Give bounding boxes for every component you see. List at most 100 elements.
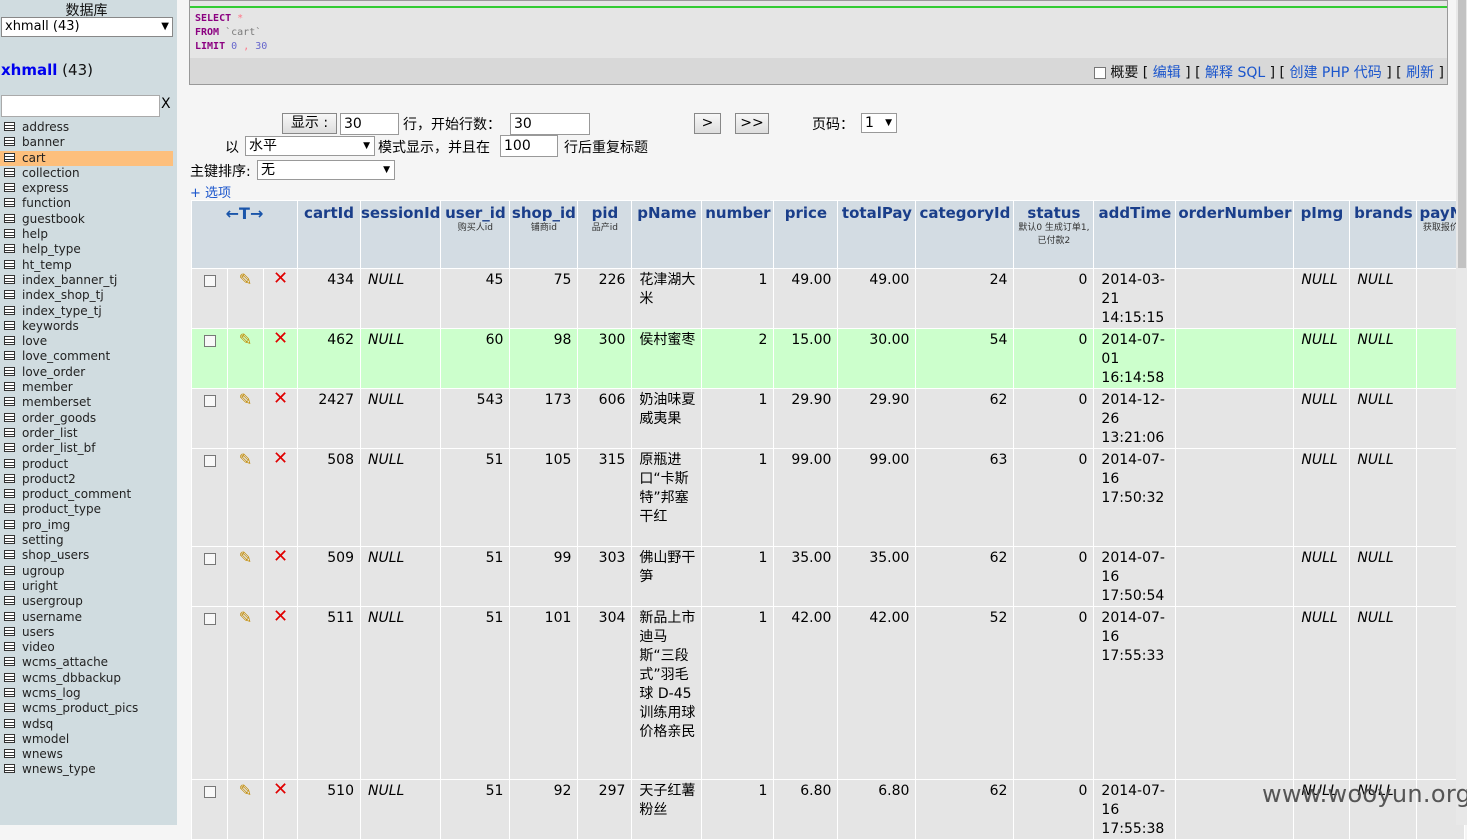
cell-addtime[interactable]: 2014-12-26 13:21:06 (1093, 388, 1177, 449)
table-icon[interactable] (4, 167, 15, 177)
table-icon[interactable] (4, 672, 15, 682)
table-name-link[interactable]: guestbook (22, 212, 85, 226)
column-header[interactable]: status 默认0 生成订单1, 已付款2 (1013, 200, 1095, 269)
cell-sessionid[interactable]: NULL (359, 448, 442, 547)
cell-price[interactable]: 35.00 (773, 546, 839, 607)
create-php-code-link[interactable]: 创建 PHP 代码 (1289, 65, 1381, 81)
table-name-link[interactable]: product2 (22, 472, 76, 486)
cell-pname[interactable]: 天子红薯粉丝 (631, 779, 703, 840)
cell-price[interactable]: 6.80 (773, 779, 839, 840)
row-select-cell[interactable] (191, 448, 228, 547)
cell-brands[interactable]: NULL (1349, 606, 1418, 780)
table-name-link[interactable]: product_type (22, 502, 101, 516)
table-list-item[interactable]: member (0, 380, 177, 395)
table-list-item[interactable]: wcms_dbbackup (0, 671, 177, 686)
column-header-label[interactable]: categoryId (919, 204, 1010, 222)
table-name-link[interactable]: help (22, 227, 48, 241)
cell-ordernumber[interactable] (1175, 546, 1295, 607)
table-name-link[interactable]: ht_temp (22, 258, 72, 272)
column-header[interactable]: pImg (1293, 200, 1351, 269)
column-header-label[interactable]: user_id (445, 204, 506, 222)
column-header[interactable]: user_id 购买人id (440, 200, 511, 269)
table-name-link[interactable]: wdsq (22, 717, 53, 731)
cell-addtime[interactable]: 2014-07-16 17:50:54 (1093, 546, 1177, 607)
cell-status[interactable]: 0 (1013, 779, 1095, 840)
row-delete-cell[interactable]: ✕ (263, 328, 298, 389)
cell-status[interactable]: 0 (1013, 268, 1095, 329)
cell-status[interactable]: 0 (1013, 546, 1095, 607)
column-header[interactable]: totalPay (837, 200, 917, 269)
table-list-item[interactable]: guestbook (0, 212, 177, 227)
column-header-label[interactable]: cartId (304, 204, 354, 222)
row-select-cell[interactable] (191, 268, 228, 329)
table-list-item[interactable]: wnews (0, 747, 177, 762)
table-icon[interactable] (4, 764, 15, 774)
cell-pimg[interactable]: NULL (1293, 328, 1351, 389)
column-header-label[interactable]: shop_id (512, 204, 576, 222)
table-list-item[interactable]: love_order (0, 365, 177, 380)
database-select[interactable]: xhmall (43) ▼ (1, 17, 173, 37)
table-icon[interactable] (4, 412, 15, 422)
table-list-item[interactable]: express (0, 181, 177, 196)
cell-number[interactable]: 2 (701, 328, 775, 389)
table-list-item[interactable]: memberset (0, 395, 177, 410)
cell-pid[interactable]: 226 (577, 268, 633, 329)
cell-pimg[interactable]: NULL (1293, 268, 1351, 329)
table-icon[interactable] (4, 336, 15, 346)
cell-cartid[interactable]: 510 (297, 779, 361, 840)
table-icon[interactable] (4, 229, 15, 239)
cell-pid[interactable]: 297 (577, 779, 633, 840)
cell-sessionid[interactable]: NULL (359, 546, 442, 607)
cell-number[interactable]: 1 (701, 546, 775, 607)
row-checkbox[interactable] (203, 613, 216, 625)
table-name-link[interactable]: express (22, 181, 68, 195)
table-row[interactable]: ✎ ✕ 509 NULL 51 99 303 佛山野干笋 1 35.00 35.00 62 0 2014-… (191, 546, 1466, 607)
cell-totalpay[interactable]: 30.00 (837, 328, 917, 389)
table-list-item[interactable]: product2 (0, 472, 177, 487)
table-list-item[interactable]: wcms_log (0, 686, 177, 701)
table-list-item[interactable]: pro_img (0, 518, 177, 533)
column-header-label[interactable]: price (785, 204, 827, 222)
column-header[interactable]: price (773, 200, 839, 269)
row-edit-cell[interactable]: ✎ (227, 328, 264, 389)
table-name-link[interactable]: wnews (22, 747, 63, 761)
row-edit-cell[interactable]: ✎ (227, 388, 264, 449)
table-icon[interactable] (4, 366, 15, 376)
table-name-link[interactable]: setting (22, 533, 64, 547)
table-icon[interactable] (4, 580, 15, 590)
repeat-header-input[interactable]: 100 (500, 135, 558, 157)
table-icon[interactable] (4, 657, 15, 667)
table-icon[interactable] (4, 183, 15, 193)
cell-user_id[interactable]: 60 (440, 328, 511, 389)
table-row[interactable]: ✎ ✕ 434 NULL 45 75 226 花津湖大米 1 49.00 49.00 24 0 2014-… (191, 268, 1466, 329)
table-icon[interactable] (4, 489, 15, 499)
table-list-item[interactable]: usergroup (0, 594, 177, 609)
table-icon[interactable] (4, 642, 15, 652)
cell-totalpay[interactable]: 35.00 (837, 546, 917, 607)
table-name-link[interactable]: index_shop_tj (22, 288, 104, 302)
row-delete-cell[interactable]: ✕ (263, 448, 298, 547)
next-page-button[interactable]: > (694, 113, 721, 134)
column-header[interactable]: brands (1349, 200, 1418, 269)
cell-pname[interactable]: 佛山野干笋 (631, 546, 703, 607)
cell-addtime[interactable]: 2014-07-16 17:55:38 (1093, 779, 1177, 840)
row-edit-cell[interactable]: ✎ (227, 268, 264, 329)
column-header-label[interactable]: brands (1354, 204, 1413, 222)
table-list-item[interactable]: product_comment (0, 487, 177, 502)
table-name-link[interactable]: love_order (22, 365, 85, 379)
table-name-link[interactable]: order_list_bf (22, 441, 95, 455)
display-mode-select[interactable]: 水平 ▼ (245, 136, 375, 156)
table-icon[interactable] (4, 382, 15, 392)
edit-pencil-icon[interactable]: ✎ (239, 390, 252, 409)
table-icon[interactable] (4, 611, 15, 621)
cell-categoryid[interactable]: 54 (915, 328, 1015, 389)
table-list-item[interactable]: collection (0, 166, 177, 181)
table-icon[interactable] (4, 703, 15, 713)
table-icon[interactable] (4, 718, 15, 728)
table-icon[interactable] (4, 687, 15, 697)
table-icon[interactable] (4, 519, 15, 529)
column-header-label[interactable]: pName (637, 204, 696, 222)
cell-shop_id[interactable]: 101 (509, 606, 579, 780)
cell-totalpay[interactable]: 29.90 (837, 388, 917, 449)
database-title[interactable]: xhmall (43) (1, 61, 93, 79)
